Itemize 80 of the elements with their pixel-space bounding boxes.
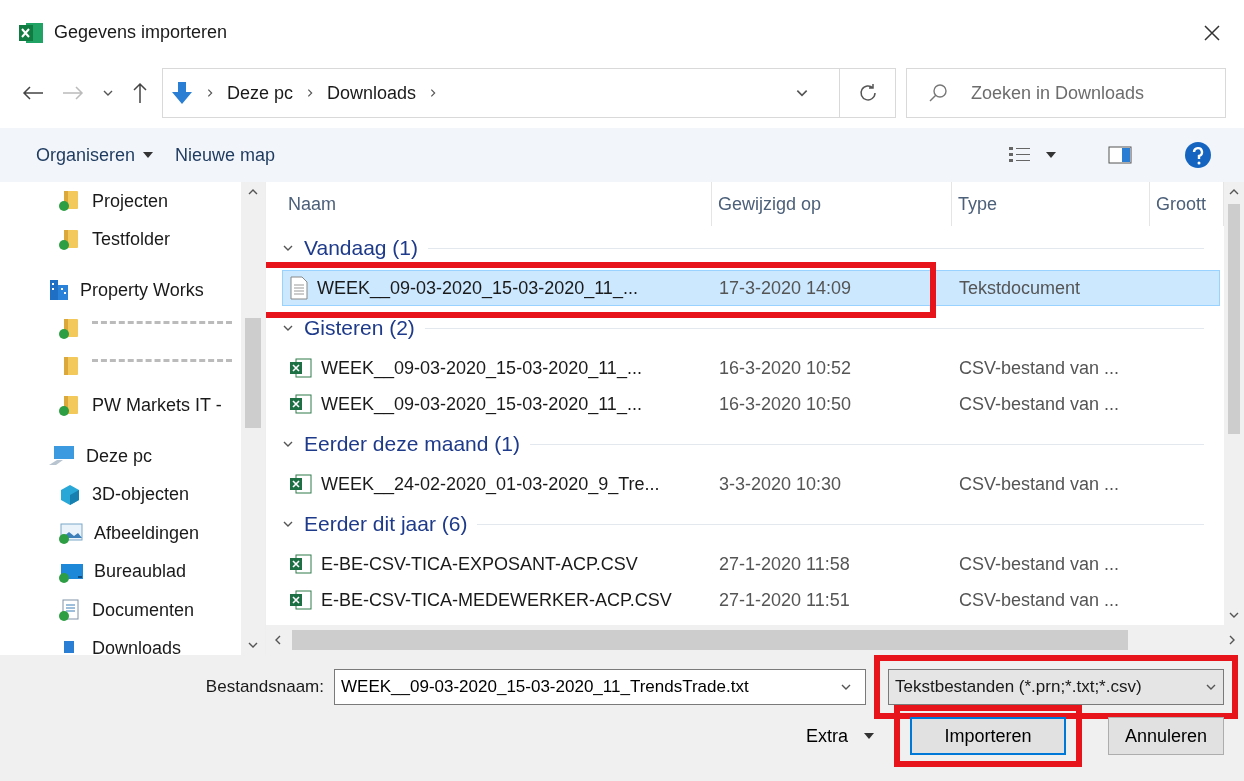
caret-icon: [1046, 152, 1056, 158]
scrollbar-thumb[interactable]: [245, 318, 261, 428]
file-name: E-BE-CSV-TICA-MEDEWERKER-ACP.CSV: [321, 589, 672, 611]
search-field[interactable]: Zoeken in Downloads: [906, 68, 1226, 118]
file-type: Tekstdocument: [958, 277, 1082, 299]
modified-date: 17-3-2020 14:09: [718, 277, 853, 299]
window-title: Gegevens importeren: [54, 22, 229, 43]
file-name: WEEK__24-02-2020_01-03-2020_9_Tre...: [321, 473, 660, 495]
chevron-right-icon: [205, 88, 215, 98]
caret-icon: [864, 733, 874, 739]
spreadsheet-app-icon: [18, 21, 44, 44]
group-header[interactable]: Gisteren (2): [304, 316, 415, 340]
organize-menu-button[interactable]: Organiseren: [36, 140, 154, 170]
file-name: WEEK__09-03-2020_15-03-2020_11_...: [321, 393, 642, 415]
close-icon: [1202, 22, 1222, 43]
text-file-icon: [289, 276, 309, 300]
pane-icon: [1108, 145, 1132, 165]
group-header[interactable]: Eerder deze maand (1): [304, 432, 520, 456]
sidebar-item[interactable]: 3D-objecten: [92, 484, 190, 506]
breadcrumb-item[interactable]: Downloads: [327, 82, 417, 104]
arrow-right-icon: [62, 85, 84, 101]
arrow-up-icon: [132, 82, 148, 104]
column-header[interactable]: Gewijzigd op: [712, 182, 952, 226]
help-icon: [1184, 141, 1212, 169]
modified-date: 27-1-2020 11:58: [718, 553, 851, 575]
file-type: CSV-bestand van ...: [958, 553, 1121, 575]
file-type-dropdown[interactable]: Tekstbestanden (*.prn;*.txt;*.csv): [888, 669, 1224, 705]
arrow-left-icon: [22, 85, 44, 101]
file-row[interactable]: WEEK__09-03-2020_15-03-2020_11_... 17-3-2020 14:09 Tekstdocument: [282, 270, 1220, 306]
scrollbar-thumb[interactable]: [1228, 203, 1240, 434]
sidebar-item[interactable]: PW Markets IT -: [92, 395, 222, 417]
spreadsheet-file-icon: [289, 392, 313, 416]
new-folder-button[interactable]: Nieuwe map: [175, 140, 276, 170]
filename-field[interactable]: WEEK__09-03-2020_15-03-2020_11_TrendsTrade.txt: [334, 669, 866, 705]
address-bar[interactable]: Deze pc Downloads: [162, 68, 896, 118]
sidebar-item[interactable]: Property Works: [80, 279, 204, 301]
group-header[interactable]: Eerder dit jaar (6): [304, 512, 468, 536]
modified-date: 16-3-2020 10:52: [718, 357, 853, 379]
sidebar-item[interactable]: Deze pc: [86, 445, 153, 467]
refresh-icon: [857, 83, 878, 103]
computer-icon: [48, 445, 76, 468]
breadcrumb-item[interactable]: Deze pc: [227, 82, 294, 104]
spreadsheet-file-icon: [289, 588, 313, 612]
file-type: CSV-bestand van ...: [958, 357, 1121, 379]
file-row[interactable]: WEEK__09-03-2020_15-03-2020_11_... 16-3-2020 10:52 CSV-bestand van ...: [282, 350, 1220, 386]
download-arrow-icon: [171, 81, 193, 105]
sidebar-item[interactable]: Projecten: [92, 190, 169, 212]
building-icon: [48, 278, 70, 303]
modified-date: 27-1-2020 11:51: [718, 589, 851, 611]
spreadsheet-file-icon: [289, 356, 313, 380]
file-name: WEEK__09-03-2020_15-03-2020_11_...: [321, 357, 642, 379]
column-header[interactable]: Type: [952, 182, 1150, 226]
sidebar-item[interactable]: Bureaublad: [94, 561, 187, 583]
search-icon: [928, 83, 948, 103]
extra-menu-button[interactable]: Extra: [800, 724, 880, 748]
file-row[interactable]: WEEK__09-03-2020_15-03-2020_11_... 16-3-2020 10:50 CSV-bestand van ...: [282, 386, 1220, 422]
import-button[interactable]: Importeren: [910, 717, 1066, 755]
spreadsheet-file-icon: [289, 552, 313, 576]
sidebar-item[interactable]: Documenten: [92, 599, 195, 621]
sidebar-item[interactable]: Downloads: [92, 638, 182, 655]
file-type: CSV-bestand van ...: [958, 589, 1121, 611]
spreadsheet-file-icon: [289, 472, 313, 496]
file-name: WEEK__09-03-2020_15-03-2020_11_...: [317, 277, 638, 299]
sidebar-item[interactable]: Afbeeldingen: [94, 522, 200, 544]
group-header[interactable]: Vandaag (1): [304, 236, 419, 260]
scrollbar-thumb[interactable]: [292, 630, 1128, 650]
file-row[interactable]: E-BE-CSV-TICA-MEDEWERKER-ACP.CSV 27-1-2020 11:51 CSV-bestand van ...: [282, 582, 1220, 618]
file-name: E-BE-CSV-TICA-EXPOSANT-ACP.CSV: [321, 553, 638, 575]
modified-date: 16-3-2020 10:50: [718, 393, 853, 415]
filename-label: Bestandsnaam:: [205, 677, 324, 697]
file-row[interactable]: E-BE-CSV-TICA-EXPOSANT-ACP.CSV 27-1-2020 11:58 CSV-bestand van ...: [282, 546, 1220, 582]
cancel-button[interactable]: Annuleren: [1108, 717, 1224, 755]
file-row[interactable]: WEEK__24-02-2020_01-03-2020_9_Tre... 3-3-2020 10:30 CSV-bestand van ...: [282, 466, 1220, 502]
file-type: CSV-bestand van ...: [958, 473, 1121, 495]
details-view-icon: [1008, 145, 1032, 165]
file-type: CSV-bestand van ...: [958, 393, 1121, 415]
caret-icon: [143, 152, 154, 158]
sidebar-item[interactable]: Testfolder: [92, 229, 171, 251]
modified-date: 3-3-2020 10:30: [718, 473, 843, 495]
column-header[interactable]: Naam: [282, 182, 712, 226]
